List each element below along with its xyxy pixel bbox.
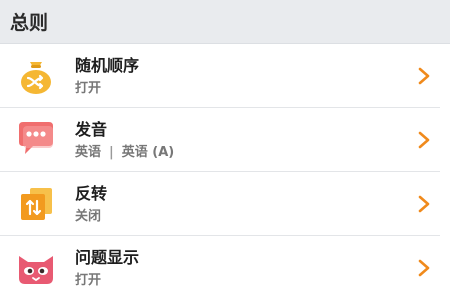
row-subtitle: 英语 | 英语 (A): [75, 143, 414, 162]
cat-face-icon: [13, 245, 59, 291]
subtitle-separator: |: [109, 144, 114, 160]
section-header: 总则: [0, 0, 450, 44]
row-subtitle: 打开: [75, 80, 102, 96]
speech-bubble-icon: [13, 117, 59, 163]
language-primary: 英语: [75, 144, 102, 160]
row-title: 发音: [75, 119, 108, 139]
chevron-right-icon: [414, 258, 434, 278]
section-title: 总则: [10, 12, 49, 34]
setting-row-shuffle[interactable]: 随机顺序 打开: [0, 44, 450, 108]
row-title: 反转: [75, 183, 108, 203]
language-secondary: 英语 (A): [121, 144, 175, 160]
row-title: 随机顺序: [75, 55, 140, 75]
row-subtitle: 关闭: [75, 208, 102, 224]
settings-list: 随机顺序 打开 发音 英语 | 英语 (A) 反转 关闭 问题显示 打开: [0, 44, 450, 300]
shuffle-bag-icon: [13, 53, 59, 99]
chevron-right-icon: [414, 194, 434, 214]
swap-cards-icon: [13, 181, 59, 227]
chevron-right-icon: [414, 66, 434, 86]
setting-row-question-display[interactable]: 问题显示 打开: [0, 236, 450, 300]
row-subtitle: 打开: [75, 272, 102, 288]
setting-row-pronunciation[interactable]: 发音 英语 | 英语 (A): [0, 108, 450, 172]
row-title: 问题显示: [75, 247, 140, 267]
chevron-right-icon: [414, 130, 434, 150]
setting-row-reverse[interactable]: 反转 关闭: [0, 172, 450, 236]
